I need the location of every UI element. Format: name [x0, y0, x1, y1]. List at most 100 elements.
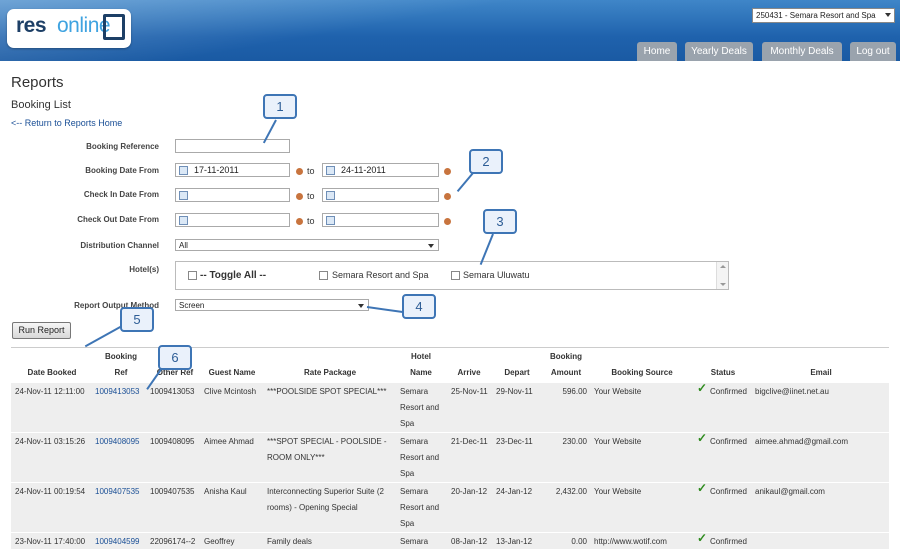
- clear-icon[interactable]: [296, 218, 303, 225]
- col-amount-top[interactable]: Booking: [541, 349, 591, 365]
- booking-reference-input[interactable]: [175, 139, 290, 153]
- booking-ref-link[interactable]: 1009413053: [95, 384, 140, 400]
- hotel-label: Semara Resort and Spa: [332, 270, 429, 280]
- booking-reference-label: Booking Reference: [86, 142, 159, 151]
- cell-hotel-name-cont: Spa: [400, 419, 415, 428]
- calendar-icon[interactable]: [179, 216, 188, 225]
- scroll-up-icon[interactable]: [720, 265, 726, 268]
- col-arrive[interactable]: Arrive: [447, 365, 491, 381]
- col-email[interactable]: Email: [753, 365, 889, 381]
- col-depart[interactable]: Depart: [493, 365, 541, 381]
- check-icon: ✓: [697, 531, 708, 545]
- clear-icon[interactable]: [444, 168, 451, 175]
- cell-booking-source: Your Website: [594, 487, 642, 496]
- cell-rate-package: ***SPOT SPECIAL - POOLSIDE -: [267, 437, 387, 446]
- booking-ref-link[interactable]: 1009407535: [95, 484, 140, 500]
- cell-hotel-name-cont: Spa: [400, 469, 415, 478]
- calendar-icon[interactable]: [326, 166, 335, 175]
- return-to-reports-link[interactable]: <-- Return to Reports Home: [11, 118, 122, 128]
- checkin-from-input[interactable]: [175, 188, 290, 202]
- checkin-label: Check In Date From: [83, 190, 159, 199]
- cell-booking-source: Your Website: [594, 437, 642, 446]
- cell-rate-package-cont: rooms) - Opening Special: [267, 503, 358, 512]
- cell-hotel-name: Semara: [400, 437, 429, 446]
- calendar-icon[interactable]: [326, 216, 335, 225]
- cell-guest-name: Clive Mcintosh: [204, 387, 257, 396]
- clear-icon[interactable]: [444, 193, 451, 200]
- checkout-to-input[interactable]: [322, 213, 439, 227]
- page-subtitle: Booking List: [11, 99, 71, 111]
- col-hotel-name-top[interactable]: Hotel: [397, 349, 445, 365]
- to-label: to: [307, 166, 315, 176]
- nav-yearly-deals[interactable]: Yearly Deals: [685, 42, 753, 61]
- checkin-to-input[interactable]: [322, 188, 439, 202]
- run-report-button[interactable]: Run Report: [12, 322, 71, 339]
- hotel-checkbox[interactable]: [319, 271, 328, 280]
- booking-ref-link[interactable]: 1009408095: [95, 434, 140, 450]
- page-title: Reports: [11, 74, 64, 91]
- cell-hotel-name: Semara: [400, 537, 429, 546]
- nav-log-out[interactable]: Log out: [850, 42, 896, 61]
- table-divider: [11, 347, 889, 348]
- clear-icon[interactable]: [444, 218, 451, 225]
- col-booking-ref[interactable]: Ref: [93, 365, 149, 381]
- calendar-icon[interactable]: [179, 191, 188, 200]
- cell-date-booked: 24-Nov-11 03:15:26: [15, 437, 86, 446]
- col-status[interactable]: Status: [693, 365, 753, 381]
- cell-other-ref: 1009413053: [150, 387, 195, 396]
- hotel-checkbox[interactable]: [451, 271, 460, 280]
- distribution-channel-label: Distribution Channel: [80, 241, 159, 250]
- cell-email: aimee.ahmad@gmail.com: [755, 437, 849, 446]
- cell-other-ref: 22096174--2: [150, 537, 196, 546]
- col-amount[interactable]: Amount: [541, 365, 591, 381]
- callout-6: 6: [158, 345, 192, 370]
- output-method-select[interactable]: Screen: [175, 299, 369, 311]
- col-booking-ref-top[interactable]: Booking: [93, 349, 149, 365]
- resonline-logo[interactable]: res online: [7, 9, 131, 48]
- table-row: 24-Nov-11 00:19:54 1009407535 1009407535…: [11, 481, 889, 532]
- col-hotel-name[interactable]: Name: [397, 365, 445, 381]
- booking-date-to-input[interactable]: 24-11-2011: [322, 163, 439, 177]
- cell-hotel-name-cont: Resort and: [400, 403, 440, 412]
- hotel-list-scrollbar[interactable]: [716, 262, 728, 289]
- toggle-all-checkbox[interactable]: [188, 271, 197, 280]
- cell-arrive: 21-Dec-11: [451, 437, 488, 446]
- cell-depart: 23-Dec-11: [496, 437, 533, 446]
- booking-date-from-input[interactable]: 17-11-2011: [175, 163, 290, 177]
- cell-date-booked: 24-Nov-11 00:19:54: [15, 487, 86, 496]
- col-booking-source[interactable]: Booking Source: [591, 365, 693, 381]
- cell-other-ref: 1009407535: [150, 487, 195, 496]
- property-select[interactable]: 250431 - Semara Resort and Spa: [752, 8, 895, 23]
- hotel-label: Semara Uluwatu: [463, 270, 530, 280]
- clear-icon[interactable]: [296, 193, 303, 200]
- callout-line: [84, 325, 123, 348]
- check-icon: ✓: [697, 481, 708, 495]
- booking-ref-link[interactable]: 1009404599: [95, 534, 140, 549]
- col-guest-name[interactable]: Guest Name: [201, 365, 263, 381]
- distribution-channel-select[interactable]: All: [175, 239, 439, 251]
- callout-5: 5: [120, 307, 154, 332]
- calendar-icon[interactable]: [326, 191, 335, 200]
- hotel-list: -- Toggle All -- Semara Resort and Spa S…: [175, 261, 729, 290]
- cell-status: Confirmed: [710, 437, 747, 446]
- nav-monthly-deals[interactable]: Monthly Deals: [762, 42, 842, 61]
- check-icon: ✓: [697, 381, 708, 395]
- cell-rate-package: ***POOLSIDE SPOT SPECIAL***: [267, 387, 387, 396]
- callout-line: [456, 172, 474, 193]
- col-date-booked[interactable]: Date Booked: [11, 365, 93, 381]
- callout-2: 2: [469, 149, 503, 174]
- toggle-all-label[interactable]: -- Toggle All --: [200, 270, 266, 281]
- cell-hotel-name-cont: Resort and: [400, 453, 440, 462]
- clear-icon[interactable]: [296, 168, 303, 175]
- cell-guest-name: Geoffrey: [204, 537, 235, 546]
- checkout-from-input[interactable]: [175, 213, 290, 227]
- cell-date-booked: 24-Nov-11 12:11:00: [15, 387, 85, 396]
- col-rate-package[interactable]: Rate Package: [263, 365, 397, 381]
- cell-booking-source: http://www.wotif.com: [594, 537, 667, 546]
- calendar-icon[interactable]: [179, 166, 188, 175]
- nav-home[interactable]: Home: [637, 42, 677, 61]
- cell-date-booked: 23-Nov-11 17:40:00: [15, 537, 86, 546]
- callout-line: [366, 306, 403, 314]
- cell-amount: 2,432.00: [555, 487, 587, 496]
- scroll-down-icon[interactable]: [720, 283, 726, 286]
